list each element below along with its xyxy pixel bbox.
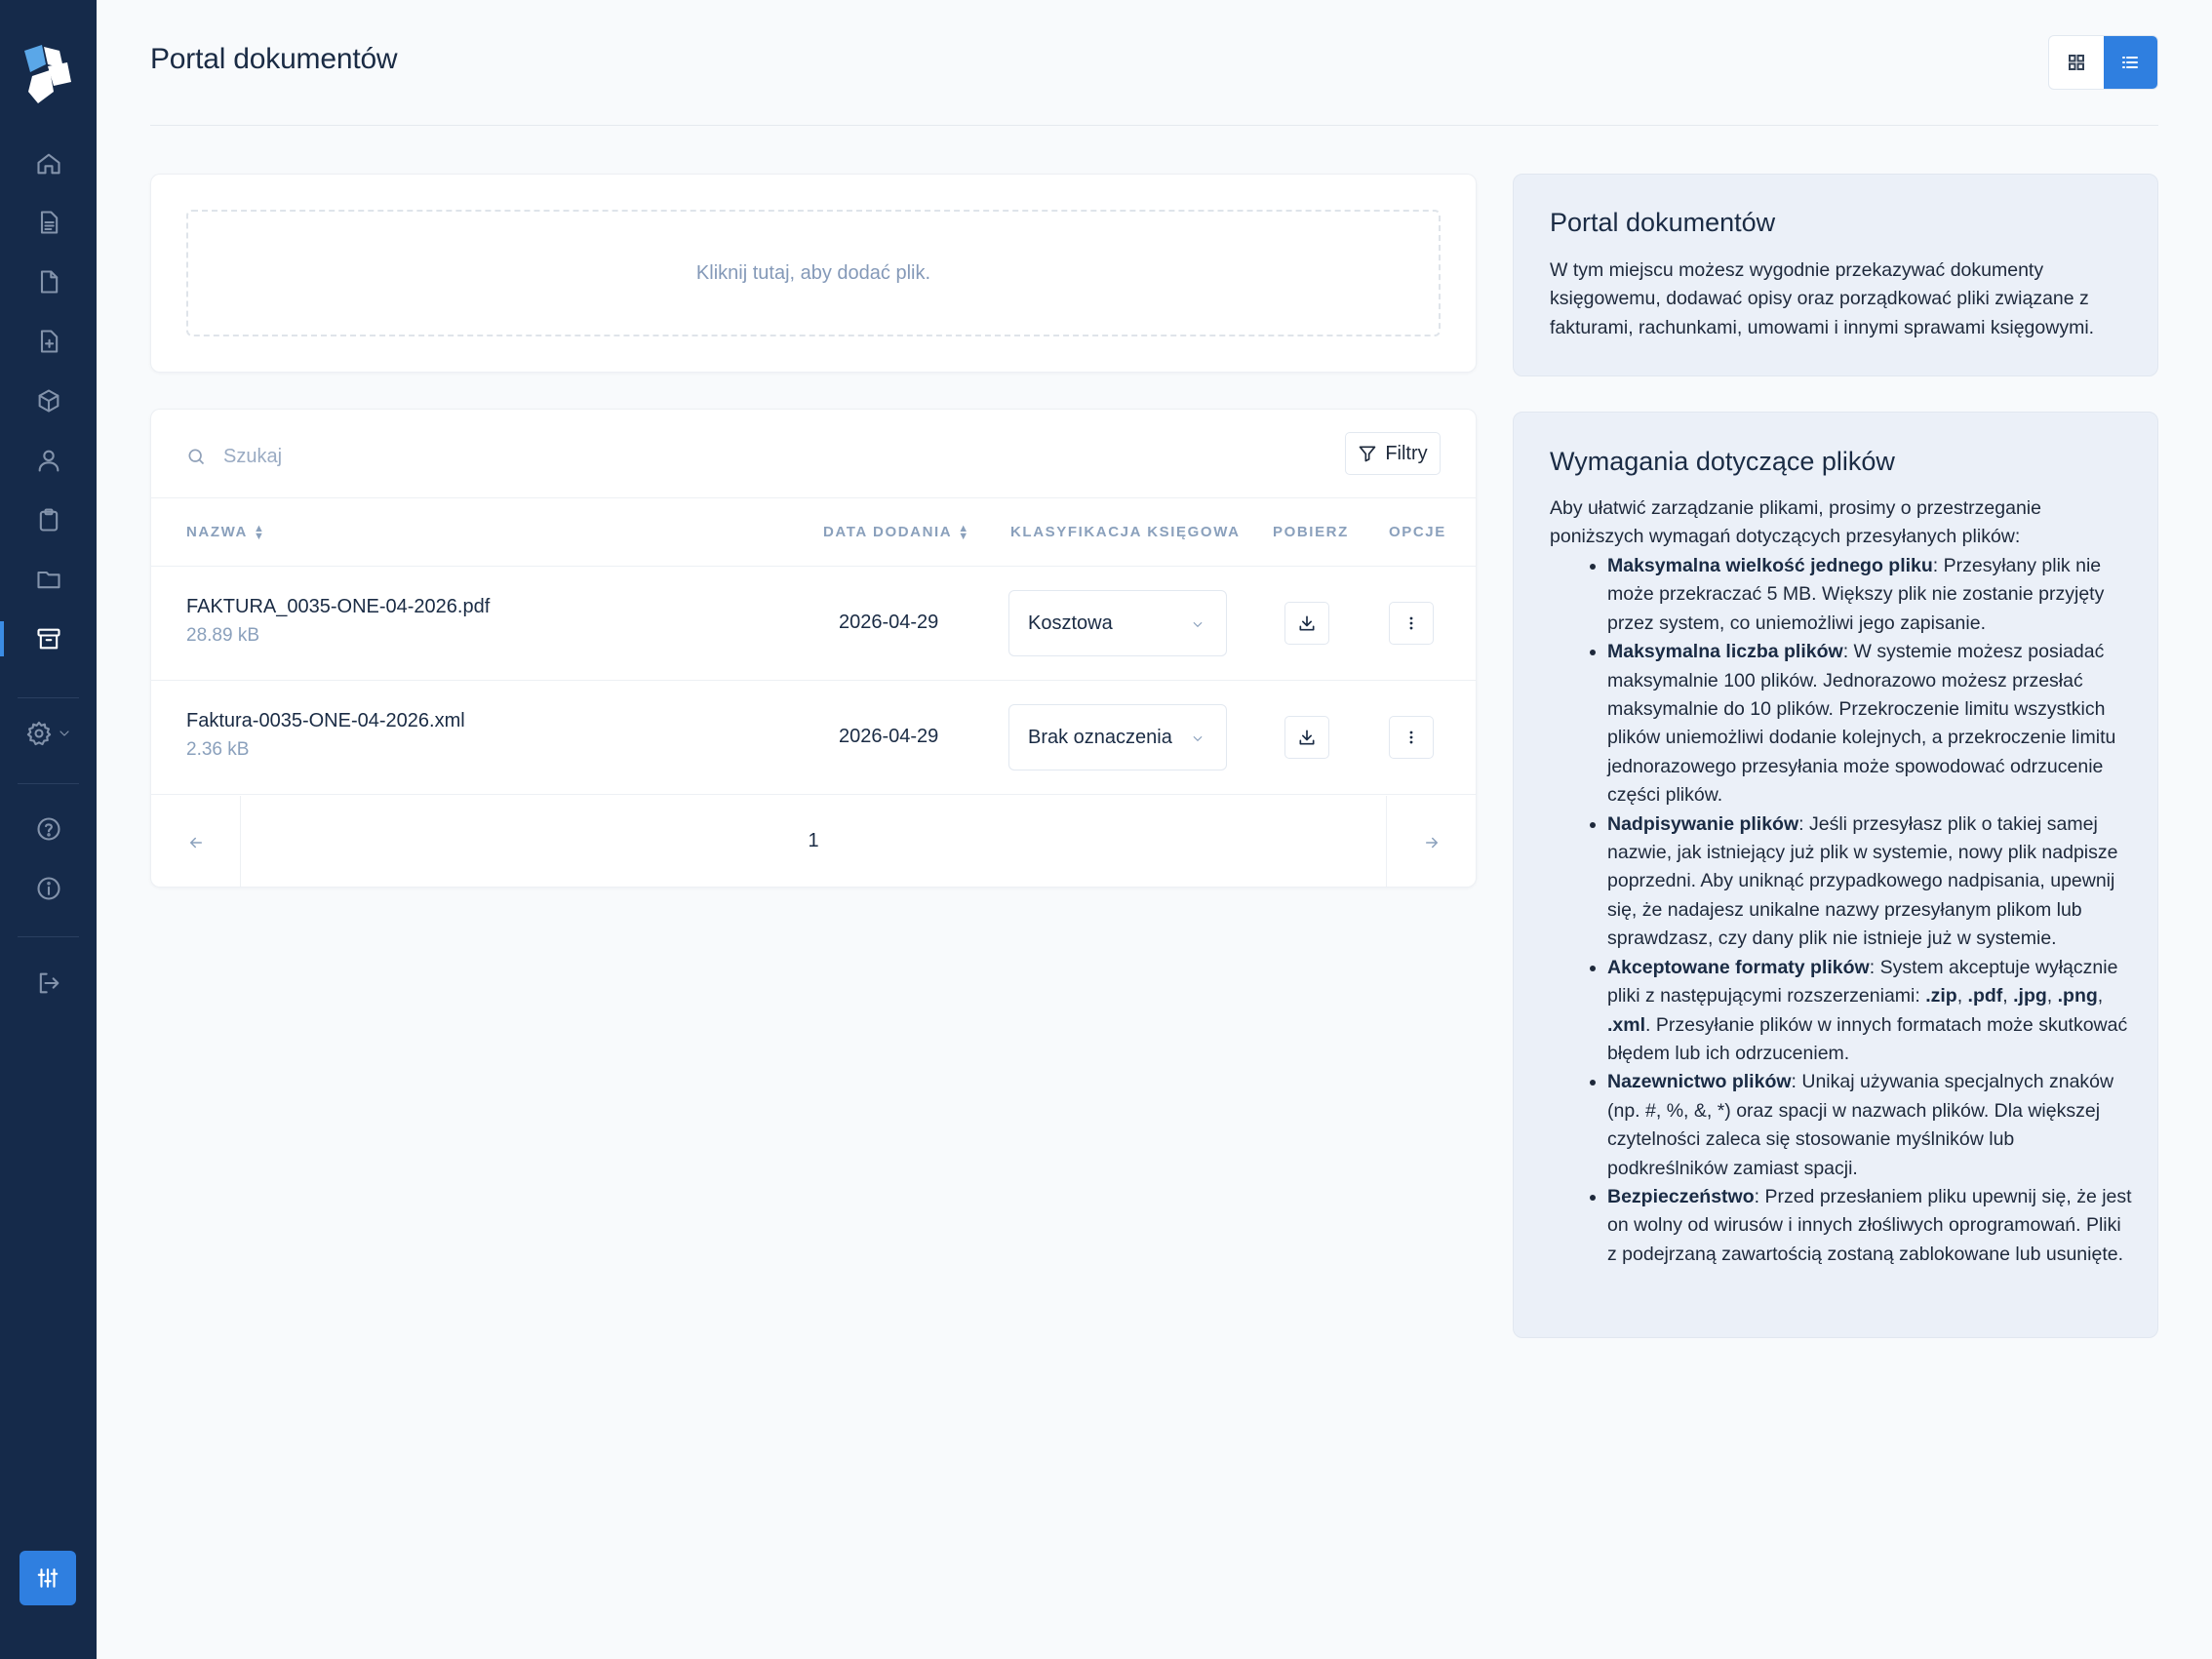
- sidebar-item-home[interactable]: [0, 137, 97, 191]
- classification-select[interactable]: Brak oznaczenia: [1008, 704, 1227, 770]
- grid-icon: [2068, 55, 2084, 70]
- list-item: Akceptowane formaty plików: System akcep…: [1607, 954, 2134, 1069]
- sidebar-item-files[interactable]: [0, 255, 97, 309]
- search-input[interactable]: [223, 445, 809, 468]
- home-icon: [36, 153, 60, 175]
- sidebar-divider: [18, 783, 79, 784]
- file-name[interactable]: FAKTURA_0035-ONE-04-2026.pdf: [186, 596, 490, 618]
- page-title: Portal dokumentów: [150, 43, 398, 75]
- list-item: Nadpisywanie plików: Jeśli przesyłasz pl…: [1607, 810, 2134, 954]
- filters-button[interactable]: Filtry: [1345, 432, 1441, 475]
- chevron-down-icon: [1193, 621, 1203, 628]
- pagination: 1: [151, 796, 1476, 887]
- column-header-options: OPCJE: [1389, 524, 1446, 540]
- sidebar-item-products[interactable]: [0, 374, 97, 428]
- list-item: Nazewnictwo plików: Unikaj używania spec…: [1607, 1068, 2134, 1183]
- download-icon: [1299, 615, 1315, 631]
- upload-card: Kliknij tutaj, aby dodać plik.: [150, 174, 1477, 373]
- column-header-name[interactable]: NAZWA ▲ ▼: [186, 498, 266, 566]
- classification-value: Kosztowa: [1028, 612, 1113, 634]
- logo-icon[interactable]: [20, 43, 75, 107]
- file-date: 2026-04-29: [839, 726, 939, 747]
- column-header-classification: KLASYFIKACJA KSIĘGOWA: [1010, 524, 1241, 540]
- sidebar-item-folders[interactable]: [0, 552, 97, 607]
- sort-icon: ▲ ▼: [254, 522, 266, 542]
- sidebar-item-new-document[interactable]: [0, 314, 97, 369]
- file-date: 2026-04-29: [839, 612, 939, 633]
- portal-info-panel: Portal dokumentów W tym miejscu możesz w…: [1513, 174, 2158, 376]
- document-add-icon: [40, 330, 58, 353]
- help-circle-icon: [36, 817, 60, 841]
- filters-button-label: Filtry: [1385, 442, 1428, 464]
- customize-button[interactable]: [20, 1551, 76, 1605]
- column-header-date[interactable]: DATA DODANIA ▲ ▼: [823, 498, 970, 566]
- gear-icon: [26, 721, 51, 746]
- file-dropzone[interactable]: Kliknij tutaj, aby dodać plik.: [186, 210, 1441, 336]
- more-vertical-icon: [1409, 616, 1413, 630]
- filter-icon: [1359, 446, 1376, 462]
- files-table-card: Filtry NAZWA ▲▼ DATA DODANIA ▲▼ KLASYFIK…: [150, 409, 1477, 888]
- requirements-intro: Aby ułatwić zarządzanie plikami, prosimy…: [1550, 497, 2041, 548]
- info-circle-icon: [36, 877, 60, 900]
- list-item: Bezpieczeństwo: Przed przesłaniem pliku …: [1607, 1183, 2134, 1269]
- sort-icon: ▲ ▼: [958, 522, 970, 542]
- sidebar-item-logout[interactable]: [0, 956, 97, 1010]
- more-vertical-icon: [1409, 731, 1413, 744]
- chevron-down-icon: [1193, 735, 1203, 742]
- file-size: 28.89 kB: [186, 625, 259, 646]
- table-row: FAKTURA_0035-ONE-04-2026.pdf 28.89 kB 20…: [151, 567, 1476, 681]
- clipboard-icon: [39, 508, 58, 532]
- header-divider: [150, 125, 2158, 126]
- download-button[interactable]: [1284, 716, 1329, 759]
- classification-select[interactable]: Kosztowa: [1008, 590, 1227, 656]
- sidebar-item-tasks[interactable]: [0, 493, 97, 547]
- search-icon: [188, 449, 205, 465]
- download-icon: [1299, 730, 1315, 745]
- list-item: Maksymalna liczba plików: W systemie moż…: [1607, 638, 2134, 810]
- view-toggle: [2048, 35, 2158, 90]
- list-icon: [2122, 57, 2139, 68]
- portal-info-text: W tym miejscu możesz wygodnie przekazywa…: [1550, 259, 2095, 338]
- sidebar-divider: [18, 936, 79, 937]
- file-name[interactable]: Faktura-0035-ONE-04-2026.xml: [186, 710, 465, 732]
- cube-icon: [38, 389, 59, 413]
- logout-icon: [39, 972, 59, 994]
- sidebar-item-help[interactable]: [0, 802, 97, 856]
- archive-icon: [36, 628, 60, 650]
- file-requirements-panel: Wymagania dotyczące plików Aby ułatwić z…: [1513, 412, 2158, 1338]
- arrow-left-icon: [189, 837, 202, 848]
- arrow-right-icon: [1425, 837, 1438, 848]
- options-button[interactable]: [1389, 602, 1434, 645]
- chevron-down-icon: [59, 731, 69, 736]
- sidebar-item-info[interactable]: [0, 861, 97, 916]
- document-icon: [40, 270, 58, 294]
- file-size: 2.36 kB: [186, 739, 250, 760]
- grid-view-button[interactable]: [2049, 36, 2104, 89]
- previous-page-button[interactable]: [151, 796, 241, 887]
- sidebar-item-document-portal[interactable]: [0, 612, 97, 666]
- folder-icon: [36, 571, 60, 589]
- list-view-button[interactable]: [2103, 36, 2157, 89]
- sidebar-item-contacts[interactable]: [0, 433, 97, 488]
- table-row: Faktura-0035-ONE-04-2026.xml 2.36 kB 202…: [151, 681, 1476, 795]
- requirements-title: Wymagania dotyczące plików: [1550, 447, 1895, 476]
- table-header: NAZWA ▲ ▼ DATA DODANIA ▲ ▼ KLASYFIKACJA KS…: [151, 497, 1476, 567]
- sidebar-item-settings[interactable]: [0, 706, 97, 761]
- search-bar: [186, 439, 809, 474]
- document-text-icon: [40, 211, 58, 234]
- portal-info-title: Portal dokumentów: [1550, 208, 1776, 237]
- sidebar-divider: [18, 697, 79, 698]
- classification-value: Brak oznaczenia: [1028, 726, 1172, 748]
- column-header-download: POBIERZ: [1273, 524, 1349, 540]
- next-page-button[interactable]: [1386, 796, 1476, 887]
- page-number[interactable]: 1: [791, 796, 836, 887]
- options-button[interactable]: [1389, 716, 1434, 759]
- user-icon: [38, 450, 59, 472]
- sidebar: [0, 0, 97, 1659]
- sliders-icon: [37, 1568, 59, 1588]
- requirements-list: Maksymalna wielkość jednego pliku: Przes…: [1607, 552, 2134, 1269]
- sidebar-item-documents[interactable]: [0, 195, 97, 250]
- list-item: Maksymalna wielkość jednego pliku: Przes…: [1607, 552, 2134, 638]
- download-button[interactable]: [1284, 602, 1329, 645]
